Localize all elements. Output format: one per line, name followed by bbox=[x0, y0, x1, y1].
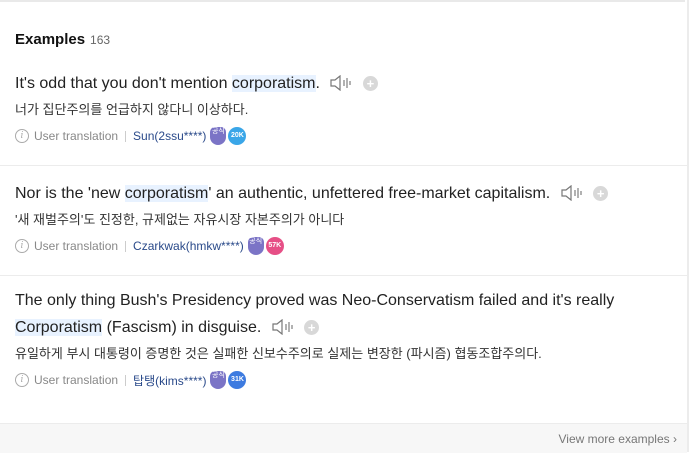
speaker-icon[interactable] bbox=[272, 319, 294, 335]
example-sentence: It's odd that you don't mention corporat… bbox=[15, 70, 687, 97]
sentence-text: The only thing Bush's Presidency proved … bbox=[15, 292, 615, 309]
sentence-text: . bbox=[315, 75, 320, 92]
translation-meta: i User translation Czarkwak(hmkw****) 공식… bbox=[15, 237, 687, 255]
example-item: It's odd that you don't mention corporat… bbox=[15, 70, 687, 145]
example-translation: 너가 집단주의를 언급하지 않다니 이상하다. bbox=[15, 102, 249, 117]
meta-separator bbox=[125, 374, 127, 386]
top-border bbox=[0, 0, 685, 2]
level-badge: 57K bbox=[265, 237, 284, 255]
translator-user[interactable]: Sun(2ssu****) bbox=[133, 129, 206, 143]
translator-user[interactable]: 탑탱(kims****) bbox=[133, 372, 206, 389]
example-item: Nor is the 'new corporatism' an authenti… bbox=[15, 180, 687, 255]
shield-badge-icon: 공식 bbox=[247, 237, 264, 255]
example-sentence: The only thing Bush's Presidency proved … bbox=[15, 287, 687, 341]
examples-title: Examples bbox=[15, 31, 86, 48]
source-label: User translation bbox=[34, 373, 119, 387]
level-badge: 20K bbox=[228, 127, 247, 145]
translator-user[interactable]: Czarkwak(hmkw****) bbox=[133, 239, 244, 253]
info-icon[interactable]: i bbox=[15, 373, 29, 387]
translation-meta: i User translation Sun(2ssu****) 공식 20K bbox=[15, 127, 687, 145]
sentence-text: ' an authentic, unfettered free-market c… bbox=[208, 185, 551, 202]
examples-count: 163 bbox=[90, 33, 111, 47]
source-label: User translation bbox=[34, 129, 119, 143]
meta-separator bbox=[125, 130, 127, 142]
view-more-label: View more examples bbox=[558, 432, 670, 446]
view-more-link[interactable]: View more examples › bbox=[558, 432, 677, 446]
highlighted-term[interactable]: Corporatism bbox=[15, 319, 103, 336]
source-label: User translation bbox=[34, 239, 119, 253]
examples-header: Examples 163 bbox=[15, 31, 110, 48]
divider bbox=[0, 165, 687, 166]
shield-badge-icon: 공식 bbox=[210, 371, 227, 389]
examples-footer: View more examples › bbox=[0, 423, 687, 453]
highlighted-term[interactable]: corporatism bbox=[231, 75, 316, 92]
level-badge: 31K bbox=[228, 371, 247, 389]
info-icon[interactable]: i bbox=[15, 129, 29, 143]
speaker-icon[interactable] bbox=[561, 185, 583, 201]
add-icon[interactable]: + bbox=[362, 76, 378, 91]
highlighted-term[interactable]: corporatism bbox=[124, 185, 209, 202]
info-icon[interactable]: i bbox=[15, 239, 29, 253]
translation-meta: i User translation 탑탱(kims****) 공식 31K bbox=[15, 371, 687, 389]
divider bbox=[0, 275, 687, 276]
chevron-right-icon: › bbox=[673, 432, 677, 446]
example-item: The only thing Bush's Presidency proved … bbox=[15, 287, 687, 389]
add-icon[interactable]: + bbox=[304, 320, 320, 335]
shield-badge-icon: 공식 bbox=[210, 127, 227, 145]
sentence-text: Nor is the 'new bbox=[15, 185, 125, 202]
sentence-text: It's odd that you don't mention bbox=[15, 75, 232, 92]
add-icon[interactable]: + bbox=[593, 186, 609, 201]
sentence-text: (Fascism) in disguise. bbox=[102, 319, 262, 336]
example-sentence: Nor is the 'new corporatism' an authenti… bbox=[15, 180, 687, 207]
example-translation: 유일하게 부시 대통령이 증명한 것은 실패한 신보수주의로 실제는 변장한 (… bbox=[15, 346, 542, 361]
speaker-icon[interactable] bbox=[330, 75, 352, 91]
meta-separator bbox=[125, 240, 127, 252]
example-translation: '새 재벌주의'도 진정한, 규제없는 자유시장 자본주의가 아니다 bbox=[15, 212, 345, 227]
